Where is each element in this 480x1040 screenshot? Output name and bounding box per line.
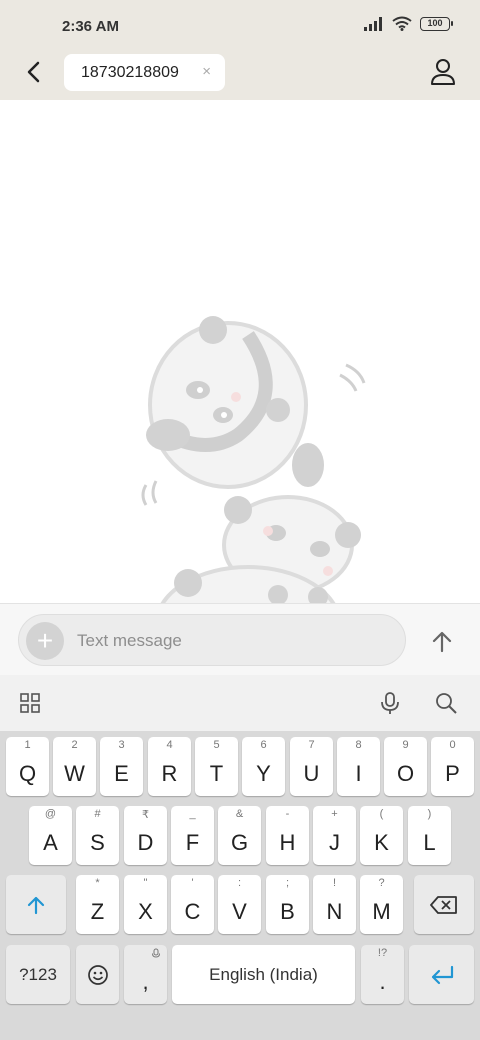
- back-button[interactable]: [18, 56, 48, 88]
- key-r[interactable]: 4R: [148, 737, 191, 796]
- enter-icon: [431, 965, 454, 985]
- key-i[interactable]: 8I: [337, 737, 380, 796]
- key-m[interactable]: ? M: [360, 875, 403, 934]
- emoji-key[interactable]: [76, 945, 119, 1004]
- key-q[interactable]: 1Q: [6, 737, 49, 796]
- message-input[interactable]: + Text message: [18, 614, 406, 666]
- enter-key[interactable]: [409, 945, 474, 1004]
- emoji-icon: [88, 965, 108, 985]
- key-x[interactable]: " X: [124, 875, 167, 934]
- key-l[interactable]: ) L: [408, 806, 451, 865]
- attach-plus-button[interactable]: +: [26, 622, 64, 660]
- key-g[interactable]: & G: [218, 806, 261, 865]
- backspace-icon: [430, 896, 457, 914]
- key-z[interactable]: * Z: [76, 875, 119, 934]
- back-arrow-icon: [27, 61, 40, 83]
- battery-icon: 100: [420, 16, 453, 31]
- wifi-icon: [392, 16, 412, 31]
- comma-key[interactable]: ,: [124, 945, 167, 1004]
- key-p[interactable]: 0P: [431, 737, 474, 796]
- message-placeholder: Text message: [77, 631, 182, 650]
- panda-illustration: [141, 316, 366, 603]
- key-n[interactable]: ! N: [313, 875, 356, 934]
- key-y[interactable]: 6Y: [242, 737, 285, 796]
- status-time: 2:36 AM: [62, 18, 119, 35]
- send-arrow-icon: [432, 631, 452, 653]
- add-contact-button[interactable]: [428, 57, 458, 87]
- status-icons: 100: [364, 16, 453, 31]
- shift-arrow-icon: [27, 896, 45, 915]
- key-h[interactable]: -H: [266, 806, 309, 865]
- space-key[interactable]: English (India): [172, 945, 355, 1004]
- key-u[interactable]: 7U: [290, 737, 333, 796]
- key-k[interactable]: (K: [360, 806, 403, 865]
- key-d[interactable]: ₹ D: [124, 806, 167, 865]
- search-icon[interactable]: [434, 691, 458, 715]
- apps-grid-icon[interactable]: [18, 691, 42, 715]
- send-button[interactable]: [424, 625, 460, 659]
- keyboard: 1Q 2W 3E 4R 5T 6Y 7U 8I 9O 0P @ A # S ₹ D _…: [0, 731, 480, 1040]
- keyboard-toolbar: [0, 675, 480, 731]
- message-composer: + Text message: [0, 603, 480, 675]
- shift-key[interactable]: [6, 875, 66, 934]
- backspace-key[interactable]: [414, 875, 474, 934]
- mic-hint-icon: [152, 948, 160, 958]
- key-s[interactable]: # S: [76, 806, 119, 865]
- key-e[interactable]: 3E: [100, 737, 143, 796]
- key-c[interactable]: ' C: [171, 875, 214, 934]
- key-t[interactable]: 5T: [195, 737, 238, 796]
- key-o[interactable]: 9O: [384, 737, 427, 796]
- recipient-chip[interactable]: 18730218809 ×: [64, 54, 225, 91]
- conversation-area: [0, 100, 480, 603]
- key-j[interactable]: + J: [313, 806, 356, 865]
- key-a[interactable]: @ A: [29, 806, 72, 865]
- key-f[interactable]: _ F: [171, 806, 214, 865]
- person-icon: [431, 59, 455, 85]
- key-w[interactable]: 2W: [53, 737, 96, 796]
- period-key[interactable]: !?.: [361, 945, 404, 1004]
- signal-icon: [364, 16, 382, 31]
- microphone-icon[interactable]: [378, 691, 402, 715]
- app-header: 2:36 AM 100 18730218809 ×: [0, 0, 480, 100]
- key-v[interactable]: :V: [218, 875, 261, 934]
- remove-recipient-icon[interactable]: ×: [202, 64, 211, 80]
- symbols-key[interactable]: ?123: [6, 945, 70, 1004]
- key-b[interactable]: ; B: [266, 875, 309, 934]
- recipient-number: 18730218809: [81, 63, 179, 81]
